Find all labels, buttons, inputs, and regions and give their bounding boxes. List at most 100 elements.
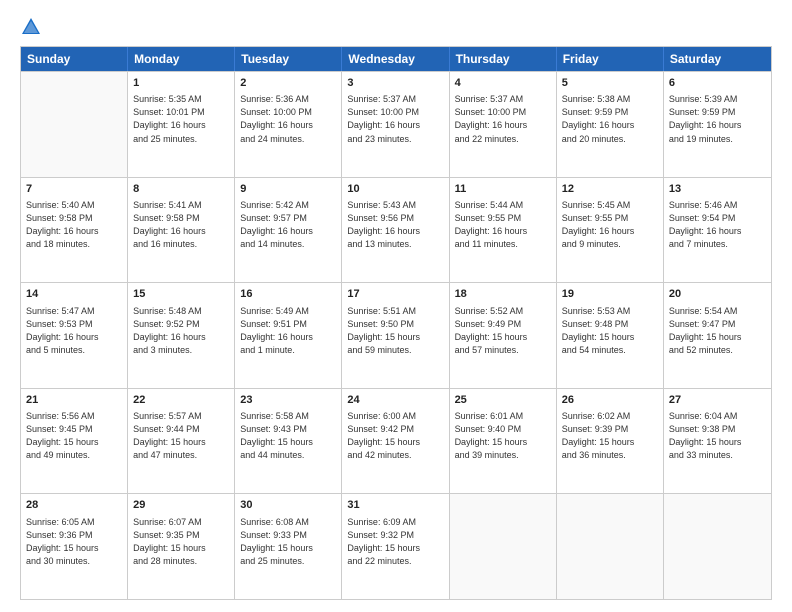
calendar-row: 28 Sunrise: 6:05 AM Sunset: 9:36 PM Dayli… bbox=[21, 493, 771, 599]
calendar-cell: 24 Sunrise: 6:00 AM Sunset: 9:42 PM Dayli… bbox=[342, 389, 449, 494]
day-info: Sunrise: 6:05 AM Sunset: 9:36 PM Dayligh… bbox=[26, 516, 122, 568]
day-info: Sunrise: 6:09 AM Sunset: 9:32 PM Dayligh… bbox=[347, 516, 443, 568]
day-info: Sunrise: 5:48 AM Sunset: 9:52 PM Dayligh… bbox=[133, 305, 229, 357]
day-number: 11 bbox=[455, 182, 551, 197]
calendar-cell: 11 Sunrise: 5:44 AM Sunset: 9:55 PM Dayli… bbox=[450, 178, 557, 283]
calendar-cell: 16 Sunrise: 5:49 AM Sunset: 9:51 PM Dayli… bbox=[235, 283, 342, 388]
day-info: Sunrise: 5:45 AM Sunset: 9:55 PM Dayligh… bbox=[562, 199, 658, 251]
day-info: Sunrise: 5:38 AM Sunset: 9:59 PM Dayligh… bbox=[562, 93, 658, 145]
calendar-row: 14 Sunrise: 5:47 AM Sunset: 9:53 PM Dayli… bbox=[21, 282, 771, 388]
logo bbox=[20, 16, 46, 38]
calendar-cell: 10Sunrise: 5:43 AM Sunset: 9:56 PM Dayli… bbox=[342, 178, 449, 283]
day-info: Sunrise: 5:57 AM Sunset: 9:44 PM Dayligh… bbox=[133, 410, 229, 462]
calendar-cell: 17 Sunrise: 5:51 AM Sunset: 9:50 PM Dayli… bbox=[342, 283, 449, 388]
day-number: 14 bbox=[26, 287, 122, 302]
day-number: 17 bbox=[347, 287, 443, 302]
calendar-row: 21 Sunrise: 5:56 AM Sunset: 9:45 PM Dayli… bbox=[21, 388, 771, 494]
day-number: 28 bbox=[26, 498, 122, 513]
day-info: Sunrise: 6:00 AM Sunset: 9:42 PM Dayligh… bbox=[347, 410, 443, 462]
calendar-cell: 1 Sunrise: 5:35 AM Sunset: 10:01 PM Dayli… bbox=[128, 72, 235, 177]
cal-header-cell: Friday bbox=[557, 47, 664, 71]
calendar-cell: 26Sunrise: 6:02 AM Sunset: 9:39 PM Dayli… bbox=[557, 389, 664, 494]
calendar-cell: 31 Sunrise: 6:09 AM Sunset: 9:32 PM Dayli… bbox=[342, 494, 449, 599]
day-number: 29 bbox=[133, 498, 229, 513]
day-number: 9 bbox=[240, 182, 336, 197]
calendar-cell: 14 Sunrise: 5:47 AM Sunset: 9:53 PM Dayli… bbox=[21, 283, 128, 388]
day-info: Sunrise: 5:39 AM Sunset: 9:59 PM Dayligh… bbox=[669, 93, 766, 145]
day-number: 26 bbox=[562, 393, 658, 408]
calendar-cell: 18 Sunrise: 5:52 AM Sunset: 9:49 PM Dayli… bbox=[450, 283, 557, 388]
day-info: Sunrise: 5:49 AM Sunset: 9:51 PM Dayligh… bbox=[240, 305, 336, 357]
calendar-cell: 12 Sunrise: 5:45 AM Sunset: 9:55 PM Dayli… bbox=[557, 178, 664, 283]
day-info: Sunrise: 5:35 AM Sunset: 10:01 PM Daylig… bbox=[133, 93, 229, 145]
day-info: Sunrise: 5:40 AM Sunset: 9:58 PM Dayligh… bbox=[26, 199, 122, 251]
day-info: Sunrise: 5:58 AM Sunset: 9:43 PM Dayligh… bbox=[240, 410, 336, 462]
day-info: Sunrise: 6:04 AM Sunset: 9:38 PM Dayligh… bbox=[669, 410, 766, 462]
day-number: 20 bbox=[669, 287, 766, 302]
calendar-cell: 19 Sunrise: 5:53 AM Sunset: 9:48 PM Dayli… bbox=[557, 283, 664, 388]
day-number: 31 bbox=[347, 498, 443, 513]
day-number: 1 bbox=[133, 76, 229, 91]
cal-header-cell: Monday bbox=[128, 47, 235, 71]
calendar-cell: 7 Sunrise: 5:40 AM Sunset: 9:58 PM Daylig… bbox=[21, 178, 128, 283]
day-info: Sunrise: 5:37 AM Sunset: 10:00 PM Daylig… bbox=[455, 93, 551, 145]
day-number: 2 bbox=[240, 76, 336, 91]
cal-header-cell: Sunday bbox=[21, 47, 128, 71]
day-number: 3 bbox=[347, 76, 443, 91]
cal-header-cell: Thursday bbox=[450, 47, 557, 71]
day-info: Sunrise: 5:37 AM Sunset: 10:00 PM Daylig… bbox=[347, 93, 443, 145]
day-number: 16 bbox=[240, 287, 336, 302]
calendar-cell: 8 Sunrise: 5:41 AM Sunset: 9:58 PM Daylig… bbox=[128, 178, 235, 283]
calendar-cell: 9Sunrise: 5:42 AM Sunset: 9:57 PM Daylig… bbox=[235, 178, 342, 283]
cal-header-cell: Tuesday bbox=[235, 47, 342, 71]
day-number: 21 bbox=[26, 393, 122, 408]
calendar-cell: 21 Sunrise: 5:56 AM Sunset: 9:45 PM Dayli… bbox=[21, 389, 128, 494]
day-number: 22 bbox=[133, 393, 229, 408]
calendar-cell: 4 Sunrise: 5:37 AM Sunset: 10:00 PM Dayli… bbox=[450, 72, 557, 177]
day-number: 15 bbox=[133, 287, 229, 302]
calendar-cell: 3 Sunrise: 5:37 AM Sunset: 10:00 PM Dayli… bbox=[342, 72, 449, 177]
day-info: Sunrise: 5:51 AM Sunset: 9:50 PM Dayligh… bbox=[347, 305, 443, 357]
day-number: 10 bbox=[347, 182, 443, 197]
calendar-cell: 23 Sunrise: 5:58 AM Sunset: 9:43 PM Dayli… bbox=[235, 389, 342, 494]
calendar-cell bbox=[21, 72, 128, 177]
day-info: Sunrise: 5:44 AM Sunset: 9:55 PM Dayligh… bbox=[455, 199, 551, 251]
calendar-cell: 2 Sunrise: 5:36 AM Sunset: 10:00 PM Dayli… bbox=[235, 72, 342, 177]
day-info: Sunrise: 5:56 AM Sunset: 9:45 PM Dayligh… bbox=[26, 410, 122, 462]
day-number: 19 bbox=[562, 287, 658, 302]
calendar-cell bbox=[557, 494, 664, 599]
day-info: Sunrise: 5:36 AM Sunset: 10:00 PM Daylig… bbox=[240, 93, 336, 145]
day-info: Sunrise: 5:52 AM Sunset: 9:49 PM Dayligh… bbox=[455, 305, 551, 357]
day-number: 12 bbox=[562, 182, 658, 197]
calendar-row: 1 Sunrise: 5:35 AM Sunset: 10:01 PM Dayli… bbox=[21, 71, 771, 177]
day-info: Sunrise: 5:47 AM Sunset: 9:53 PM Dayligh… bbox=[26, 305, 122, 357]
calendar-cell: 6 Sunrise: 5:39 AM Sunset: 9:59 PM Daylig… bbox=[664, 72, 771, 177]
day-number: 25 bbox=[455, 393, 551, 408]
calendar-cell: 27 Sunrise: 6:04 AM Sunset: 9:38 PM Dayli… bbox=[664, 389, 771, 494]
day-number: 18 bbox=[455, 287, 551, 302]
calendar-header-row: SundayMondayTuesdayWednesdayThursdayFrid… bbox=[21, 47, 771, 71]
page: SundayMondayTuesdayWednesdayThursdayFrid… bbox=[0, 0, 792, 612]
day-number: 6 bbox=[669, 76, 766, 91]
calendar-cell: 20 Sunrise: 5:54 AM Sunset: 9:47 PM Dayli… bbox=[664, 283, 771, 388]
day-number: 27 bbox=[669, 393, 766, 408]
day-number: 13 bbox=[669, 182, 766, 197]
logo-icon bbox=[20, 16, 42, 38]
header bbox=[20, 16, 772, 38]
calendar: SundayMondayTuesdayWednesdayThursdayFrid… bbox=[20, 46, 772, 600]
day-number: 24 bbox=[347, 393, 443, 408]
day-info: Sunrise: 5:41 AM Sunset: 9:58 PM Dayligh… bbox=[133, 199, 229, 251]
day-number: 4 bbox=[455, 76, 551, 91]
day-info: Sunrise: 6:08 AM Sunset: 9:33 PM Dayligh… bbox=[240, 516, 336, 568]
calendar-cell bbox=[664, 494, 771, 599]
day-info: Sunrise: 5:54 AM Sunset: 9:47 PM Dayligh… bbox=[669, 305, 766, 357]
calendar-cell: 28 Sunrise: 6:05 AM Sunset: 9:36 PM Dayli… bbox=[21, 494, 128, 599]
day-number: 23 bbox=[240, 393, 336, 408]
calendar-cell: 30Sunrise: 6:08 AM Sunset: 9:33 PM Dayli… bbox=[235, 494, 342, 599]
day-number: 7 bbox=[26, 182, 122, 197]
day-info: Sunrise: 5:53 AM Sunset: 9:48 PM Dayligh… bbox=[562, 305, 658, 357]
day-number: 8 bbox=[133, 182, 229, 197]
calendar-cell: 25Sunrise: 6:01 AM Sunset: 9:40 PM Dayli… bbox=[450, 389, 557, 494]
calendar-body: 1 Sunrise: 5:35 AM Sunset: 10:01 PM Dayli… bbox=[21, 71, 771, 599]
day-info: Sunrise: 5:46 AM Sunset: 9:54 PM Dayligh… bbox=[669, 199, 766, 251]
